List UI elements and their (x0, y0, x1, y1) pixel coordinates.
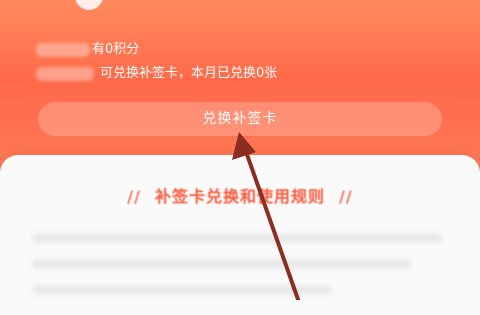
blurred-username (36, 42, 90, 57)
avatar (75, 0, 103, 10)
rule-text-line (32, 233, 442, 243)
title-decoration-right: // (339, 187, 353, 206)
rules-card: // 补签卡兑换和使用规则 // (0, 155, 480, 315)
points-header: 有0积分 可兑换补签卡，本月已兑换0张 兑换补签卡 (0, 0, 480, 180)
redeem-status-row: 可兑换补签卡，本月已兑换0张 (36, 62, 277, 81)
points-row: 有0积分 (36, 38, 139, 57)
blurred-info (36, 66, 94, 81)
points-text: 有0积分 (92, 42, 140, 57)
rule-text-line (32, 259, 412, 269)
exchange-makeup-card-button[interactable]: 兑换补签卡 (38, 102, 442, 136)
title-decoration-left: // (127, 187, 141, 206)
rules-title-row: // 补签卡兑换和使用规则 // (0, 183, 480, 207)
rule-text-line (32, 285, 332, 295)
redeem-status-text: 可兑换补签卡，本月已兑换0张 (100, 66, 278, 81)
rules-title: 补签卡兑换和使用规则 (154, 187, 325, 206)
